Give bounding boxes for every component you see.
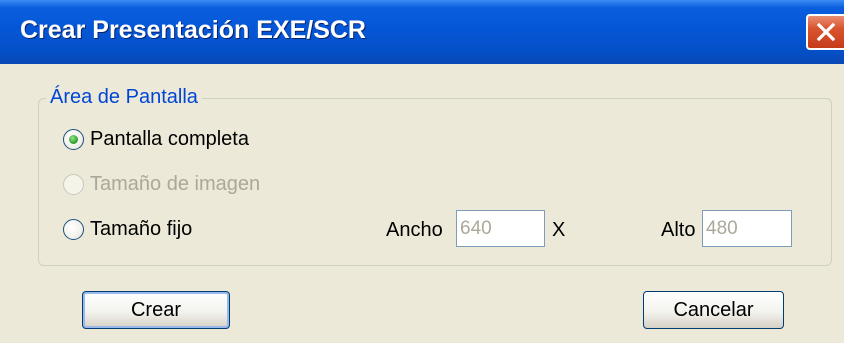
radio-full-screen[interactable]: Pantalla completa <box>63 128 249 151</box>
create-button[interactable]: Crear <box>82 291 230 329</box>
width-label: Ancho <box>386 219 443 241</box>
radio-button[interactable] <box>63 129 84 150</box>
radio-label: Tamaño fijo <box>90 218 193 240</box>
x-separator: X <box>552 219 566 241</box>
close-icon <box>816 22 836 42</box>
title-bar: Crear Presentación EXE/SCR <box>0 0 844 64</box>
radio-label: Pantalla completa <box>90 128 249 150</box>
radio-label: Tamaño de imagen <box>90 173 261 195</box>
group-legend: Área de Pantalla <box>46 86 202 109</box>
radio-button <box>63 174 84 195</box>
radio-fixed-size[interactable]: Tamaño fijo <box>63 218 192 241</box>
radio-button[interactable] <box>63 219 84 240</box>
cancel-button[interactable]: Cancelar <box>643 291 784 329</box>
window-title: Crear Presentación EXE/SCR <box>20 16 366 44</box>
height-input[interactable]: 480 <box>702 210 792 247</box>
height-label: Alto <box>661 219 696 241</box>
width-input[interactable]: 640 <box>456 210 545 247</box>
close-button[interactable] <box>806 14 844 50</box>
radio-selected-dot <box>69 135 78 144</box>
radio-image-size: Tamaño de imagen <box>63 173 260 196</box>
